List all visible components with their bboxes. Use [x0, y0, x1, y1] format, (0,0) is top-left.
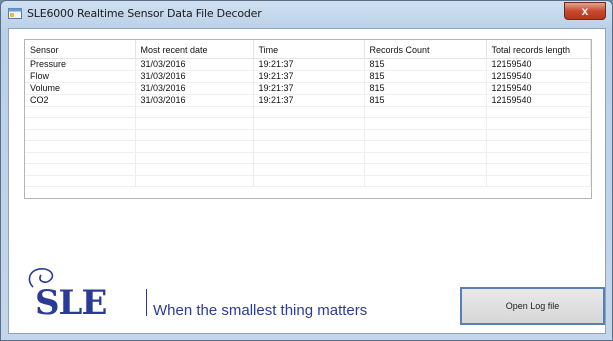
cell-total-length: 12159540	[486, 70, 591, 83]
table-header-row: Sensor Most recent date Time Records Cou…	[25, 40, 591, 59]
close-button[interactable]: x	[564, 2, 606, 20]
brand-tagline: When the smallest thing matters	[153, 302, 368, 319]
cell-total-length: 12159540	[486, 94, 591, 107]
empty-row	[25, 106, 591, 118]
cell-sensor: Volume	[25, 82, 136, 95]
open-log-file-button[interactable]: Open Log file	[460, 287, 605, 325]
sensor-data-grid[interactable]: Sensor Most recent date Time Records Cou…	[24, 39, 592, 199]
cell-records-count: 815	[364, 58, 487, 71]
cell-records-count: 815	[364, 82, 487, 95]
empty-row	[25, 163, 591, 176]
column-header-date[interactable]: Most recent date	[135, 40, 254, 59]
empty-row	[25, 140, 591, 153]
column-header-time[interactable]: Time	[253, 40, 365, 59]
sle-logo: SLE	[35, 283, 107, 323]
cell-date: 31/03/2016	[135, 58, 254, 71]
empty-row	[25, 117, 591, 130]
open-log-file-label: Open Log file	[505, 301, 560, 311]
empty-row	[25, 152, 591, 164]
logo-divider	[146, 289, 147, 316]
cell-date: 31/03/2016	[135, 82, 254, 95]
cell-date: 31/03/2016	[135, 70, 254, 83]
sensor-table: Sensor Most recent date Time Records Cou…	[25, 40, 591, 187]
cell-date: 31/03/2016	[135, 94, 254, 107]
column-header-total-length[interactable]: Total records length	[486, 40, 591, 59]
column-header-records-count[interactable]: Records Count	[364, 40, 487, 59]
table-row[interactable]: CO2 31/03/2016 19:21:37 815 12159540	[25, 94, 591, 107]
cell-sensor: CO2	[25, 94, 136, 107]
client-area: Sensor Most recent date Time Records Cou…	[8, 28, 606, 334]
cell-records-count: 815	[364, 94, 487, 107]
table-row[interactable]: Pressure 31/03/2016 19:21:37 815 1215954…	[25, 58, 591, 71]
cell-total-length: 12159540	[486, 58, 591, 71]
cell-sensor: Flow	[25, 70, 136, 83]
cell-time: 19:21:37	[253, 70, 365, 83]
cell-records-count: 815	[364, 70, 487, 83]
close-icon: x	[581, 4, 589, 18]
cell-sensor: Pressure	[25, 58, 136, 71]
title-bar[interactable]: SLE6000 Realtime Sensor Data File Decode…	[1, 1, 612, 27]
cell-time: 19:21:37	[253, 94, 365, 107]
empty-row	[25, 175, 591, 187]
window-title: SLE6000 Realtime Sensor Data File Decode…	[27, 7, 262, 20]
table-row[interactable]: Flow 31/03/2016 19:21:37 815 12159540	[25, 70, 591, 83]
cell-total-length: 12159540	[486, 82, 591, 95]
app-window-icon	[8, 7, 22, 20]
column-header-sensor[interactable]: Sensor	[25, 40, 136, 59]
cell-time: 19:21:37	[253, 58, 365, 71]
table-row[interactable]: Volume 31/03/2016 19:21:37 815 12159540	[25, 82, 591, 95]
cell-time: 19:21:37	[253, 82, 365, 95]
empty-row	[25, 129, 591, 141]
app-window: SLE6000 Realtime Sensor Data File Decode…	[0, 0, 613, 341]
